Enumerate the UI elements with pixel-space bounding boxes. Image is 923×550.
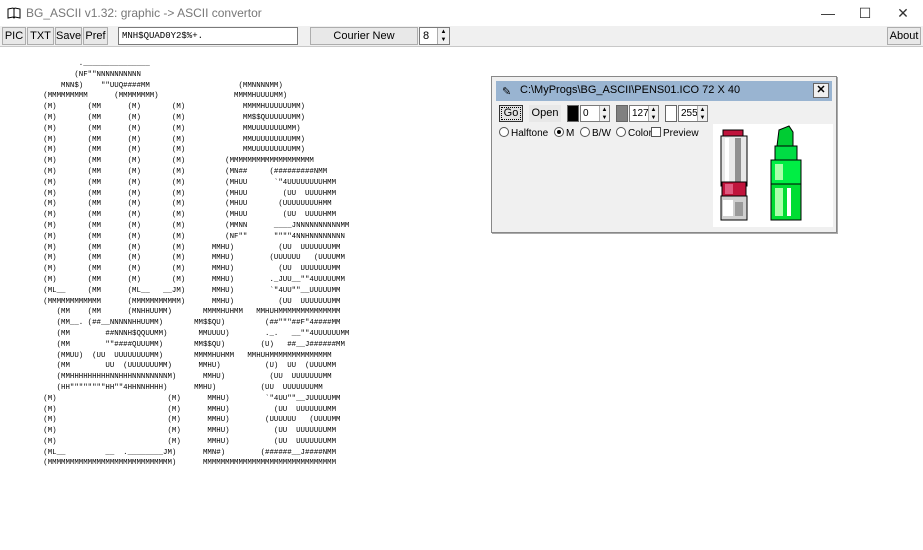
txt-button[interactable]: TXT — [27, 27, 54, 45]
gray-level-value: 127 — [632, 108, 649, 119]
black-level-spinner[interactable]: 0 ▲ ▼ — [580, 105, 610, 122]
radio-icon — [616, 127, 626, 137]
pens-preview-image — [720, 125, 802, 221]
charset-input[interactable]: MNH$QUAD0Y2$%+. — [118, 27, 298, 45]
spinner-arrows-icon[interactable]: ▲ ▼ — [697, 106, 707, 121]
radio-icon — [499, 127, 509, 137]
toolbar: PIC TXT Save Pref MNH$QUAD0Y2$%+. Courie… — [0, 26, 923, 47]
spinner-arrows-icon[interactable]: ▲ ▼ — [648, 106, 658, 121]
font-size-spinner[interactable]: 8 ▲ ▼ — [419, 27, 450, 45]
white-level-spinner[interactable]: 255 ▲ ▼ — [678, 105, 708, 122]
pref-button[interactable]: Pref — [83, 27, 108, 45]
m-label: M — [566, 128, 575, 139]
black-swatch — [567, 105, 579, 122]
gray-level-spinner[interactable]: 127 ▲ ▼ — [629, 105, 659, 122]
preview-checkbox[interactable]: Preview — [651, 127, 699, 139]
halftone-label: Halftone — [511, 128, 549, 139]
icon-preview — [713, 124, 833, 227]
pen-icon: ✎ — [502, 86, 512, 98]
font-button[interactable]: Courier New — [310, 27, 418, 45]
title-bar: BG_ASCII v1.32: graphic -> ASCII convert… — [0, 0, 923, 26]
halftone-option[interactable]: Halftone — [499, 127, 548, 139]
window-title: BG_ASCII v1.32: graphic -> ASCII convert… — [26, 6, 262, 20]
about-button[interactable]: About — [887, 27, 921, 45]
preview-label: Preview — [663, 128, 699, 139]
radio-selected-icon — [554, 127, 564, 137]
dialog-close-button[interactable]: ✕ — [813, 83, 829, 98]
radio-icon — [580, 127, 590, 137]
color-label: Color — [628, 128, 652, 139]
checkbox-icon — [651, 127, 661, 137]
spinner-arrows-icon[interactable]: ▲ ▼ — [437, 28, 449, 44]
red-pen-icon — [720, 129, 748, 221]
color-option[interactable]: Color — [616, 127, 652, 139]
image-dialog: ✎ C:\MyProgs\BG_ASCII\PENS01.ICO 72 X 40… — [491, 76, 837, 233]
white-swatch — [665, 105, 677, 122]
dialog-title-bar[interactable]: ✎ C:\MyProgs\BG_ASCII\PENS01.ICO 72 X 40… — [496, 81, 832, 101]
close-button[interactable]: ✕ — [880, 0, 923, 26]
pic-button[interactable]: PIC — [2, 27, 26, 45]
bw-label: B/W — [592, 128, 611, 139]
ascii-art-output: ._______________ (NF""NNNNNNNNNN MNN$) "… — [43, 60, 350, 468]
book-icon — [7, 6, 21, 19]
dialog-title: C:\MyProgs\BG_ASCII\PENS01.ICO 72 X 40 — [520, 84, 741, 96]
open-button[interactable]: Open — [529, 105, 561, 122]
save-button[interactable]: Save — [55, 27, 82, 45]
spinner-arrows-icon[interactable]: ▲ ▼ — [599, 106, 609, 121]
m-option[interactable]: M — [554, 127, 574, 139]
bw-option[interactable]: B/W — [580, 127, 611, 139]
black-level-value: 0 — [583, 108, 589, 119]
go-button[interactable]: Go — [499, 105, 523, 122]
font-size-value: 8 — [423, 30, 430, 42]
white-level-value: 255 — [681, 108, 698, 119]
gray-swatch — [616, 105, 628, 122]
green-pen-icon — [770, 125, 802, 221]
